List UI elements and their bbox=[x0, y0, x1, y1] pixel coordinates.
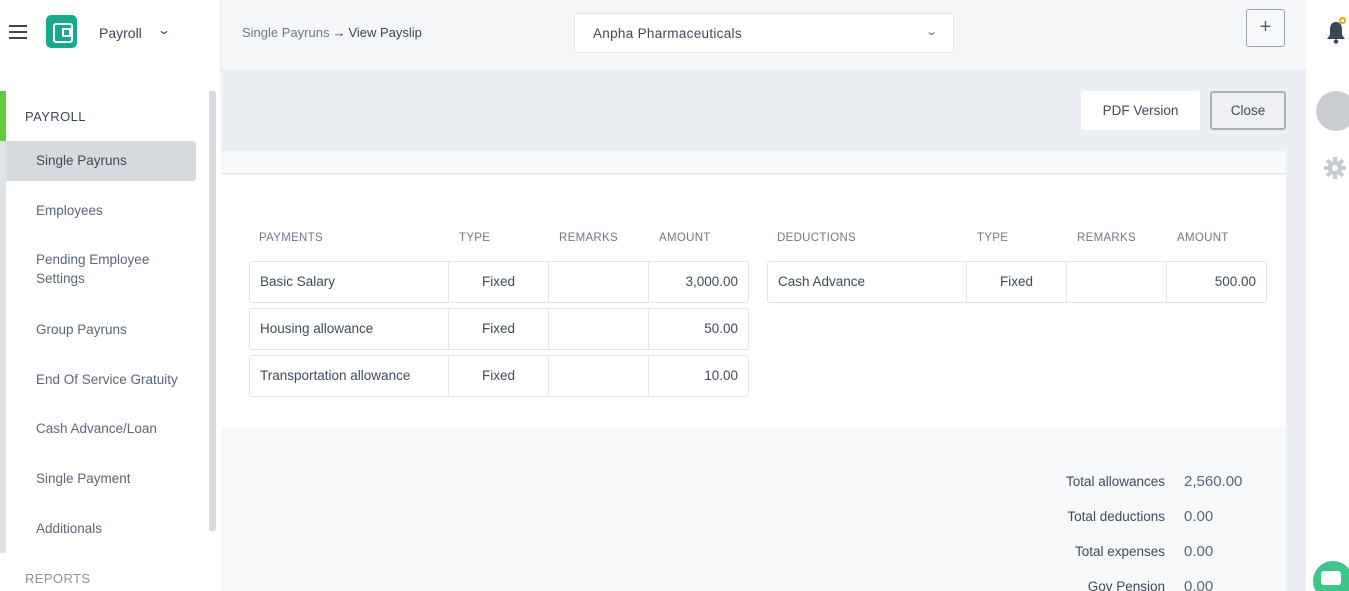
sidebar-item-group-payruns[interactable]: Group Payruns bbox=[6, 320, 196, 339]
chat-icon[interactable] bbox=[1313, 561, 1349, 591]
gear-icon[interactable] bbox=[1324, 157, 1346, 179]
deductions-remarks-header: REMARKS bbox=[1077, 232, 1136, 244]
breadcrumb-current: View Payslip bbox=[348, 25, 422, 40]
breadcrumb-arrow-icon: → bbox=[332, 25, 346, 40]
summary-label: Gov Pension bbox=[1087, 579, 1165, 591]
sidebar-item-pending-employee-settings[interactable]: Pending Employee Settings bbox=[6, 250, 176, 288]
sidebar-item-additionals[interactable]: Additionals bbox=[6, 519, 196, 538]
payment-row: Transportation allowance Fixed 10.00 bbox=[249, 355, 749, 397]
sidebar: PAYROLL Single Payruns Employees Pending… bbox=[0, 71, 221, 591]
sidebar-item-single-payruns[interactable]: Single Payruns bbox=[6, 141, 196, 181]
breadcrumb-parent[interactable]: Single Payruns bbox=[242, 25, 329, 40]
deduction-amount: 500.00 bbox=[1166, 262, 1266, 302]
add-button[interactable]: + bbox=[1246, 9, 1285, 47]
payment-type: Fixed bbox=[448, 309, 548, 349]
deductions-amount-header: AMOUNT bbox=[1177, 232, 1229, 244]
payment-row: Housing allowance Fixed 50.00 bbox=[249, 308, 749, 350]
close-button[interactable]: Close bbox=[1210, 91, 1286, 130]
summary-label: Total allowances bbox=[1065, 474, 1165, 489]
payment-amount: 10.00 bbox=[648, 356, 748, 396]
sidebar-item-employees[interactable]: Employees bbox=[6, 201, 196, 220]
payment-type: Fixed bbox=[448, 262, 548, 302]
notification-dot bbox=[1339, 17, 1346, 24]
summary-value: 0.00 bbox=[1184, 508, 1214, 525]
sidebar-item-end-of-service-gratuity[interactable]: End Of Service Gratuity bbox=[6, 370, 196, 389]
summary-label: Total expenses bbox=[1074, 544, 1165, 559]
sidebar-item-cash-advance-loan[interactable]: Cash Advance/Loan bbox=[6, 419, 196, 438]
deduction-type: Fixed bbox=[966, 262, 1066, 302]
payments-amount-header: AMOUNT bbox=[659, 232, 711, 244]
brand-area: Payroll ⌄ bbox=[0, 0, 221, 71]
payment-remarks bbox=[548, 309, 648, 349]
summary-value: 2,560.00 bbox=[1184, 473, 1243, 490]
payment-type: Fixed bbox=[448, 356, 548, 396]
menu-icon[interactable] bbox=[9, 22, 27, 42]
summary-value: 0.00 bbox=[1184, 578, 1214, 591]
deduction-name: Cash Advance bbox=[778, 274, 866, 289]
avatar[interactable] bbox=[1316, 91, 1349, 131]
sidebar-active-marker bbox=[0, 91, 6, 141]
payslip-card-header bbox=[221, 151, 1286, 174]
payment-name: Transportation allowance bbox=[260, 368, 411, 383]
deductions-type-header: TYPE bbox=[977, 232, 1009, 244]
app-name[interactable]: Payroll bbox=[99, 25, 142, 41]
payslip-card: PAYMENTS TYPE REMARKS AMOUNT DEDUCTIONS … bbox=[221, 175, 1286, 427]
deduction-row: Cash Advance Fixed 500.00 bbox=[767, 261, 1267, 303]
breadcrumb: Single Payruns → View Payslip bbox=[242, 25, 422, 40]
deductions-header: DEDUCTIONS bbox=[777, 232, 857, 244]
payment-amount: 50.00 bbox=[648, 309, 748, 349]
payment-row: Basic Salary Fixed 3,000.00 bbox=[249, 261, 749, 303]
right-rail bbox=[1306, 0, 1349, 591]
sidebar-scrollbar[interactable] bbox=[209, 91, 216, 531]
summary-value: 0.00 bbox=[1184, 543, 1214, 560]
chevron-down-icon: ⌄ bbox=[925, 26, 938, 38]
pdf-version-button[interactable]: PDF Version bbox=[1081, 91, 1200, 130]
company-select-value: Anpha Pharmaceuticals bbox=[593, 26, 742, 41]
payslip-summary: Total allowances 2,560.00 Total deductio… bbox=[221, 427, 1286, 591]
app-logo-icon bbox=[46, 15, 77, 48]
payments-remarks-header: REMARKS bbox=[559, 232, 618, 244]
summary-label: Total deductions bbox=[1067, 509, 1165, 524]
sidebar-item-single-payment[interactable]: Single Payment bbox=[6, 469, 196, 488]
payments-type-header: TYPE bbox=[459, 232, 491, 244]
sidebar-section-reports[interactable]: REPORTS bbox=[25, 571, 90, 586]
payment-name: Housing allowance bbox=[260, 321, 374, 336]
bell-icon[interactable] bbox=[1326, 17, 1346, 46]
sidebar-section-payroll: PAYROLL bbox=[25, 109, 86, 124]
payments-header: PAYMENTS bbox=[259, 232, 323, 244]
top-bar: Payroll ⌄ Single Payruns → View Payslip An… bbox=[0, 0, 1306, 71]
payment-remarks bbox=[548, 262, 648, 302]
payment-amount: 3,000.00 bbox=[648, 262, 748, 302]
payment-remarks bbox=[548, 356, 648, 396]
deduction-remarks bbox=[1066, 262, 1166, 302]
payment-name: Basic Salary bbox=[260, 274, 336, 289]
company-select[interactable]: Anpha Pharmaceuticals ⌄ bbox=[574, 13, 954, 53]
chevron-down-icon[interactable]: ⌄ bbox=[157, 23, 171, 37]
